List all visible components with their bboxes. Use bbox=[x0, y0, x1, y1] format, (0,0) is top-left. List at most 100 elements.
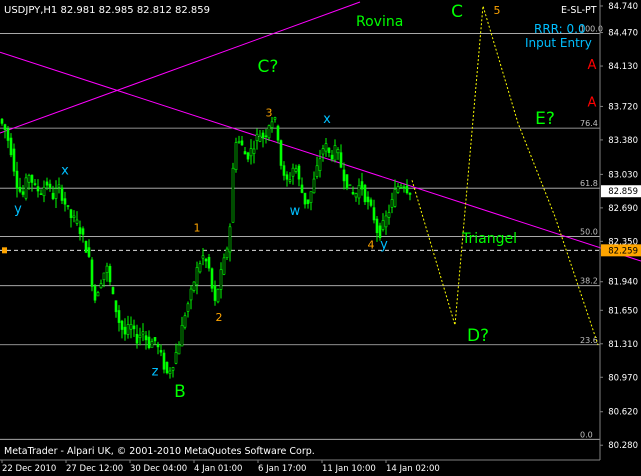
candle-body bbox=[129, 324, 133, 330]
candle-body bbox=[3, 124, 7, 130]
candle-body bbox=[372, 207, 376, 221]
candle-body bbox=[324, 143, 328, 152]
copyright-text: MetaTrader - Alpari UK, © 2001-2010 Meta… bbox=[4, 446, 315, 457]
candle-body bbox=[15, 170, 19, 189]
candle-body bbox=[9, 137, 13, 156]
candle-body bbox=[330, 154, 334, 160]
candle-body bbox=[135, 333, 139, 344]
candle-body bbox=[54, 188, 58, 199]
fib-level-label: 61.8 bbox=[580, 179, 598, 188]
candle-body bbox=[90, 259, 94, 287]
candle-body bbox=[33, 183, 37, 185]
candle-body bbox=[264, 135, 268, 138]
current-price-label: 82.859 bbox=[608, 187, 638, 197]
expert-label: E-SL-PT bbox=[561, 5, 597, 16]
wave-label: 4 bbox=[368, 238, 375, 251]
candle-body bbox=[357, 185, 361, 199]
time-tick-label: 30 Dec 04:00 bbox=[130, 464, 187, 474]
candle-body bbox=[81, 228, 85, 235]
candle-body bbox=[51, 192, 55, 200]
wave-label: 5 bbox=[494, 4, 501, 17]
candle-body bbox=[312, 178, 316, 194]
candle-body bbox=[348, 184, 352, 187]
candle-body bbox=[138, 334, 142, 338]
candle-body bbox=[408, 192, 412, 195]
candle-body bbox=[69, 209, 73, 219]
time-tick-label: 22 Dec 2010 bbox=[2, 464, 56, 474]
bid-line-marker bbox=[2, 247, 7, 254]
candle-body bbox=[117, 310, 121, 323]
candle-body bbox=[333, 145, 337, 161]
price-tick-label: 84.740 bbox=[608, 2, 638, 12]
wave-label: x bbox=[323, 112, 331, 127]
candle-body bbox=[126, 324, 130, 335]
candle-body bbox=[132, 325, 136, 330]
time-tick-label: 6 Jan 17:00 bbox=[258, 464, 306, 474]
candle-body bbox=[24, 177, 28, 199]
candle-body bbox=[255, 133, 259, 141]
candle-body bbox=[201, 255, 205, 259]
candle-body bbox=[156, 343, 160, 348]
candle-body bbox=[228, 226, 232, 253]
price-tick-label: 82.690 bbox=[608, 204, 638, 214]
candle-body bbox=[366, 196, 370, 203]
candle-body bbox=[111, 287, 115, 295]
candle-body bbox=[273, 117, 277, 120]
candle-body bbox=[243, 151, 247, 155]
candle-body bbox=[369, 199, 373, 206]
wave-label: y bbox=[14, 202, 22, 217]
candle-body bbox=[60, 187, 64, 201]
wave-label: E? bbox=[535, 109, 555, 129]
fib-level-label: 50.0 bbox=[580, 227, 598, 236]
wave-label: 2 bbox=[216, 311, 223, 324]
candle-body bbox=[150, 341, 154, 348]
candle-body bbox=[336, 149, 340, 154]
time-tick-label: 27 Dec 12:00 bbox=[66, 464, 123, 474]
candle-body bbox=[279, 140, 283, 166]
time-tick-label: 14 Jan 02:00 bbox=[386, 464, 440, 474]
candle-body bbox=[354, 193, 358, 198]
candle-body bbox=[108, 266, 112, 283]
candle-body bbox=[141, 331, 145, 335]
candle-body bbox=[405, 185, 409, 194]
candle-body bbox=[48, 183, 52, 188]
price-tick-label: 84.470 bbox=[608, 29, 638, 39]
candle-body bbox=[177, 344, 181, 355]
candle-body bbox=[63, 198, 67, 205]
price-tick-label: 84.130 bbox=[608, 62, 638, 72]
candle-body bbox=[72, 215, 76, 218]
candle-body bbox=[168, 370, 172, 374]
candle-body bbox=[120, 320, 124, 330]
candle-body bbox=[267, 125, 271, 139]
wave-label: 3 bbox=[266, 106, 273, 119]
triangle-note: Triangel bbox=[461, 231, 517, 247]
candle-body bbox=[27, 175, 31, 183]
candle-body bbox=[183, 315, 187, 328]
candle-body bbox=[291, 167, 295, 177]
candle-body bbox=[165, 361, 169, 374]
candle-body bbox=[207, 257, 211, 269]
candle-body bbox=[375, 218, 379, 234]
candle-body bbox=[105, 265, 109, 273]
wave-label: C? bbox=[258, 57, 279, 77]
candle-body bbox=[78, 227, 82, 234]
candle-body bbox=[96, 292, 100, 297]
candle-body bbox=[192, 281, 196, 291]
price-tick-label: 81.940 bbox=[608, 278, 638, 288]
candle-body bbox=[87, 247, 91, 257]
candle-body bbox=[189, 288, 193, 301]
candle-body bbox=[237, 141, 241, 143]
candle-body bbox=[45, 181, 49, 186]
candle-body bbox=[300, 184, 304, 193]
candle-body bbox=[36, 186, 40, 192]
candle-body bbox=[39, 193, 43, 195]
wave-label: y bbox=[380, 237, 388, 252]
price-tick-label: 80.970 bbox=[608, 373, 638, 383]
candle-body bbox=[297, 165, 301, 180]
candle-body bbox=[0, 118, 4, 124]
wave-label: w bbox=[290, 204, 301, 219]
candle-body bbox=[153, 337, 157, 342]
candle-body bbox=[321, 148, 325, 155]
candle-body bbox=[102, 272, 106, 281]
fib-level-label: 0.0 bbox=[580, 430, 593, 439]
